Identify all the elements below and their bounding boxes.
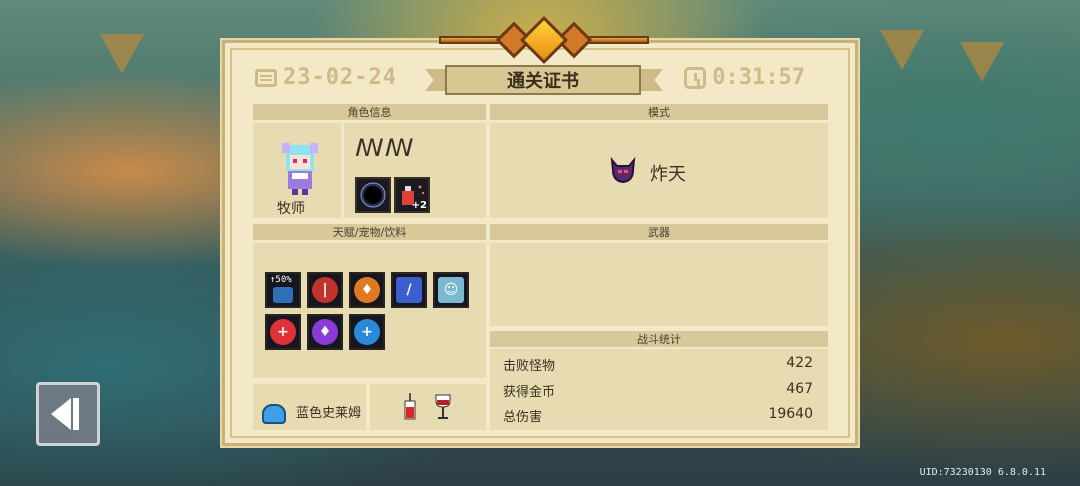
character-class: 牧师 — [277, 201, 305, 217]
stat-value: 422 — [786, 355, 813, 371]
background-flag — [960, 42, 1004, 82]
talent-panel — [253, 243, 486, 378]
stat-row-kills: 击败怪物 422 — [503, 355, 813, 374]
back-button[interactable] — [36, 382, 100, 446]
red-drink-icon — [404, 393, 416, 420]
pet-name: 蓝色史莱姆 — [296, 406, 362, 421]
stat-value: 467 — [786, 381, 813, 397]
horned-demon-icon — [610, 156, 636, 184]
weapon-panel — [490, 243, 828, 326]
drink-panel — [370, 384, 486, 430]
clear-date: 23-02-24 — [255, 65, 397, 90]
stat-row-damage: 总伤害 19640 — [503, 406, 813, 425]
section-header-battle-stats: 战斗统计 — [490, 331, 828, 347]
crest-ornament-icon — [439, 15, 649, 65]
fire-shield-icon: ♦ — [349, 272, 385, 308]
back-arrow-icon — [51, 398, 71, 430]
potion-plus-icon: +2 — [394, 177, 430, 213]
section-header-mode: 模式 — [490, 104, 828, 120]
certificate-title: 通关证书 — [445, 65, 641, 95]
stat-label: 获得金币 — [503, 385, 556, 400]
blue-cross-shield-icon: + — [349, 314, 385, 350]
section-header-talent-pet-drink: 天赋/宠物/饮料 — [253, 224, 486, 240]
skill-badge: +2 — [411, 200, 427, 211]
date-value: 23-02-24 — [283, 65, 397, 90]
stat-row-gold: 获得金币 467 — [503, 381, 813, 400]
staff-icon: / — [391, 272, 427, 308]
priest-sprite-icon — [282, 143, 318, 195]
stat-label: 总伤害 — [503, 410, 543, 425]
shield-up-50-icon: ↑50% — [265, 272, 301, 308]
section-header-character: 角色信息 — [253, 104, 486, 120]
clock-icon — [684, 66, 707, 89]
time-value: 0:31:57 — [712, 65, 805, 90]
background-flag — [100, 34, 144, 74]
sword-icon: | — [307, 272, 343, 308]
background-flag — [880, 30, 924, 70]
health-cross-icon: + — [265, 314, 301, 350]
stat-label: 击败怪物 — [503, 359, 556, 374]
calendar-icon — [255, 68, 277, 87]
blue-slime-icon — [262, 404, 286, 424]
player-name: ꟿꟿ — [355, 134, 415, 162]
uid-version-label: UID:73230130 6.8.0.11 — [919, 467, 1046, 478]
meditate-icon: ☺ — [433, 272, 469, 308]
wine-glass-icon — [435, 394, 451, 419]
clear-time: 0:31:57 — [684, 65, 805, 90]
stat-value: 19640 — [768, 406, 813, 422]
purple-shield-icon: ♦ — [307, 314, 343, 350]
section-header-weapon: 武器 — [490, 224, 828, 240]
mode-name: 炸天 — [650, 164, 686, 185]
black-hole-icon — [355, 177, 391, 213]
